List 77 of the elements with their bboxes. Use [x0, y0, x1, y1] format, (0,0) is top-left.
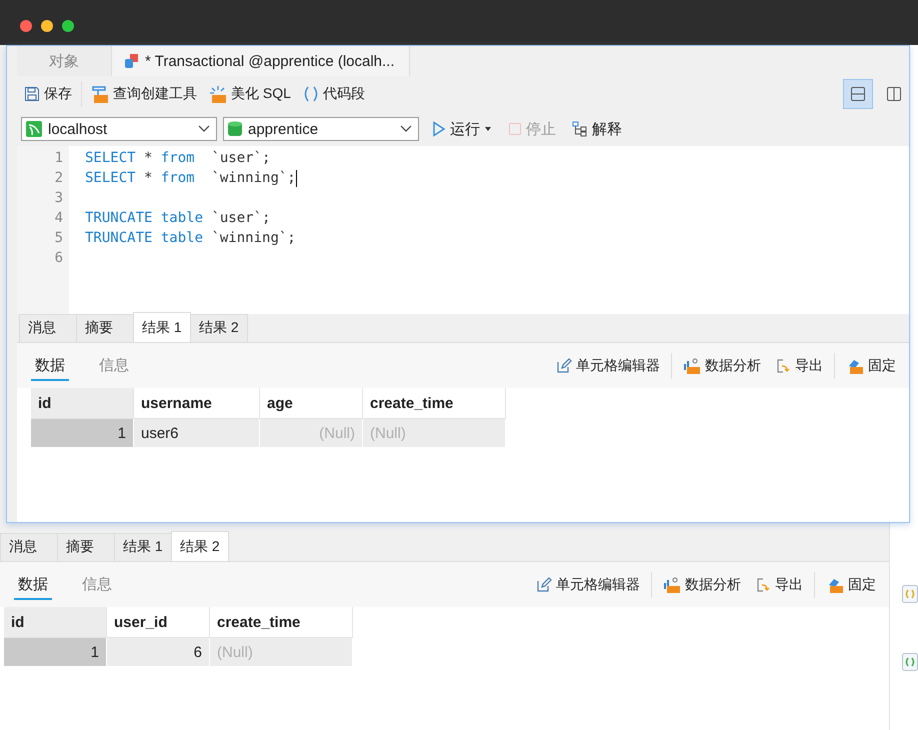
column-header[interactable]: create_time: [362, 388, 506, 418]
toolbar-button[interactable]: 导出: [752, 574, 806, 596]
line-number: 5: [54, 229, 63, 248]
toolbar-button[interactable]: 数据分析: [660, 574, 744, 596]
caret-icon: [484, 126, 492, 132]
code-line: TRUNCATE table `user`;: [85, 209, 270, 228]
window-control[interactable]: [20, 20, 32, 32]
sparkle-icon: [209, 85, 227, 103]
line-number: 3: [54, 189, 63, 208]
database-icon: [228, 121, 242, 137]
database-select[interactable]: apprentice: [223, 117, 419, 141]
window-control[interactable]: [41, 20, 53, 32]
chevron-icon: [400, 125, 412, 133]
table-cell: 1: [31, 418, 134, 447]
column-header[interactable]: username: [134, 388, 260, 418]
result-tab[interactable]: 消息: [0, 533, 58, 561]
tree-icon: [572, 121, 588, 137]
line-number: 1: [54, 149, 63, 168]
line-number: 6: [54, 249, 63, 268]
toolbar-button[interactable]: 导出: [772, 354, 826, 376]
pencil-icon: [536, 576, 552, 592]
chevron-icon: [198, 125, 210, 133]
column-header[interactable]: create_time: [210, 607, 352, 638]
chart-icon: [683, 358, 701, 374]
code-line: SELECT * from `winning`;: [85, 169, 296, 188]
action-button[interactable]: 运行: [429, 118, 495, 140]
result-tab[interactable]: 结果 2: [190, 314, 248, 342]
column-header[interactable]: user_id: [106, 607, 210, 638]
action-button[interactable]: 解释: [569, 118, 625, 140]
toolbar-button[interactable]: 单元格编辑器: [533, 574, 643, 596]
stop-icon: [508, 122, 522, 136]
query-icon: [124, 53, 140, 69]
play-icon: [432, 121, 446, 137]
line-number: 2: [54, 169, 63, 188]
result-tab[interactable]: 结果 2: [171, 531, 229, 561]
save-icon: [24, 86, 40, 102]
toolbar-button[interactable]: 固定: [843, 354, 899, 376]
table-cell: 6: [106, 638, 210, 666]
toolbar-button[interactable]: 美化 SQL: [206, 83, 294, 105]
toolbar-button[interactable]: 保存: [21, 83, 75, 105]
toolbar-button[interactable]: 查询创建工具: [88, 83, 200, 105]
table-cell: (Null): [362, 418, 506, 447]
table-cell: (Null): [260, 418, 362, 447]
result-tab[interactable]: 摘要: [76, 314, 134, 342]
result-tab[interactable]: 摘要: [57, 533, 115, 561]
pencil-icon: [556, 358, 572, 374]
result-tab[interactable]: 消息: [19, 314, 77, 342]
sub-tab[interactable]: 数据: [31, 350, 69, 380]
pin-icon: [846, 358, 864, 374]
code-line: SELECT * from `user`;: [85, 149, 270, 168]
column-header[interactable]: age: [260, 388, 362, 418]
column-header[interactable]: id: [31, 388, 134, 418]
line-number: 4: [54, 209, 63, 228]
pin-icon: [826, 576, 844, 592]
builder-icon: [91, 85, 109, 103]
split-columns-icon: [886, 86, 902, 102]
toolbar-button[interactable]: 单元格编辑器: [553, 354, 663, 376]
column-header[interactable]: id: [4, 607, 106, 638]
result-tab[interactable]: 结果 1: [133, 312, 191, 342]
table-cell: (Null): [210, 638, 352, 666]
result-tab[interactable]: 结果 1: [114, 533, 172, 561]
layout-toggle[interactable]: [843, 79, 873, 109]
table-cell: user6: [134, 418, 260, 447]
sub-tab[interactable]: 数据: [14, 570, 52, 600]
toolbar-button[interactable]: 代码段: [300, 83, 368, 105]
toolbar-button[interactable]: 固定: [823, 574, 879, 596]
connection-select[interactable]: localhost: [21, 117, 217, 141]
split-rows-icon: [850, 86, 866, 102]
toolbar-button[interactable]: 数据分析: [680, 354, 764, 376]
editor-tab[interactable]: * Transactional @apprentice (localh...: [112, 46, 410, 76]
parentheses-icon: [302, 85, 319, 103]
table-cell: 1: [4, 638, 106, 666]
export-icon: [775, 358, 791, 374]
code-line: TRUNCATE table `winning`;: [85, 229, 296, 248]
chart-icon: [663, 576, 681, 592]
export-icon: [755, 576, 771, 592]
window-control[interactable]: [62, 20, 74, 32]
